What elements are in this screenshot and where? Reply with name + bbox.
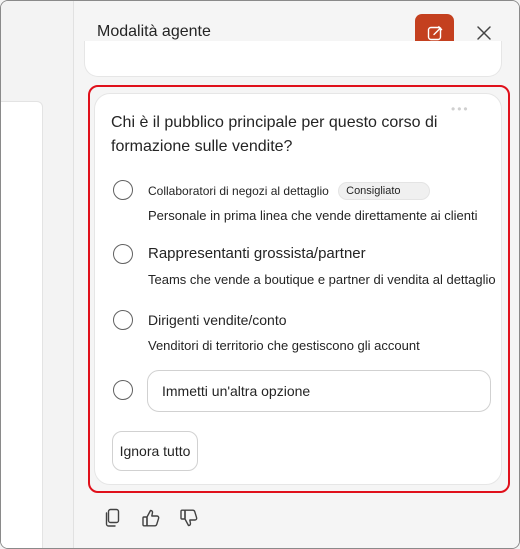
option-title: Dirigenti vendite/conto (148, 312, 287, 328)
app-window: Modalità agente ••• Chi è il pubblico pr… (0, 0, 520, 549)
option-account-managers[interactable]: Dirigenti vendite/conto Venditori di ter… (111, 310, 499, 356)
close-icon (477, 26, 491, 40)
other-option-input[interactable]: Immetti un'altra opzione (147, 370, 491, 412)
radio-button[interactable] (113, 244, 133, 264)
option-description: Personale in prima linea che vende diret… (148, 208, 478, 223)
document-page (1, 101, 43, 548)
ignore-all-button[interactable]: Ignora tutto (112, 431, 198, 471)
dislike-button[interactable] (177, 506, 201, 530)
question-card: ••• Chi è il pubblico principale per que… (94, 93, 502, 485)
option-wholesale-reps[interactable]: Rappresentanti grossista/partner Teams c… (111, 244, 499, 290)
thumbs-up-icon (142, 509, 160, 527)
option-other-radio[interactable] (111, 380, 135, 402)
document-area (1, 1, 73, 548)
response-actions (101, 506, 201, 532)
thumbs-down-icon (180, 509, 198, 527)
option-title: Rappresentanti grossista/partner (148, 245, 366, 262)
question-text: Chi è il pubblico principale per questo … (111, 114, 438, 155)
radio-button[interactable] (113, 180, 133, 200)
radio-button[interactable] (113, 310, 133, 330)
copy-button[interactable] (101, 506, 125, 530)
pane-title: Modalità agente (97, 23, 211, 40)
copy-icon (105, 508, 120, 527)
option-title-wrap: Collaboratori di negozi al dettaglio Con… (148, 182, 430, 200)
option-title: Collaboratori di negozi al dettaglio (148, 184, 329, 198)
like-button[interactable] (139, 506, 163, 530)
previous-message-card (84, 41, 502, 77)
option-description: Teams che vende a boutique e partner di … (148, 272, 496, 287)
edit-icon (427, 26, 442, 41)
recommended-badge: Consigliato (338, 182, 430, 200)
radio-button[interactable] (113, 380, 133, 400)
option-description: Venditori di territorio che gestiscono g… (148, 338, 420, 353)
agent-pane: Modalità agente ••• Chi è il pubblico pr… (74, 1, 519, 548)
option-retail-associates[interactable]: Collaboratori di negozi al dettaglio Con… (111, 180, 499, 226)
